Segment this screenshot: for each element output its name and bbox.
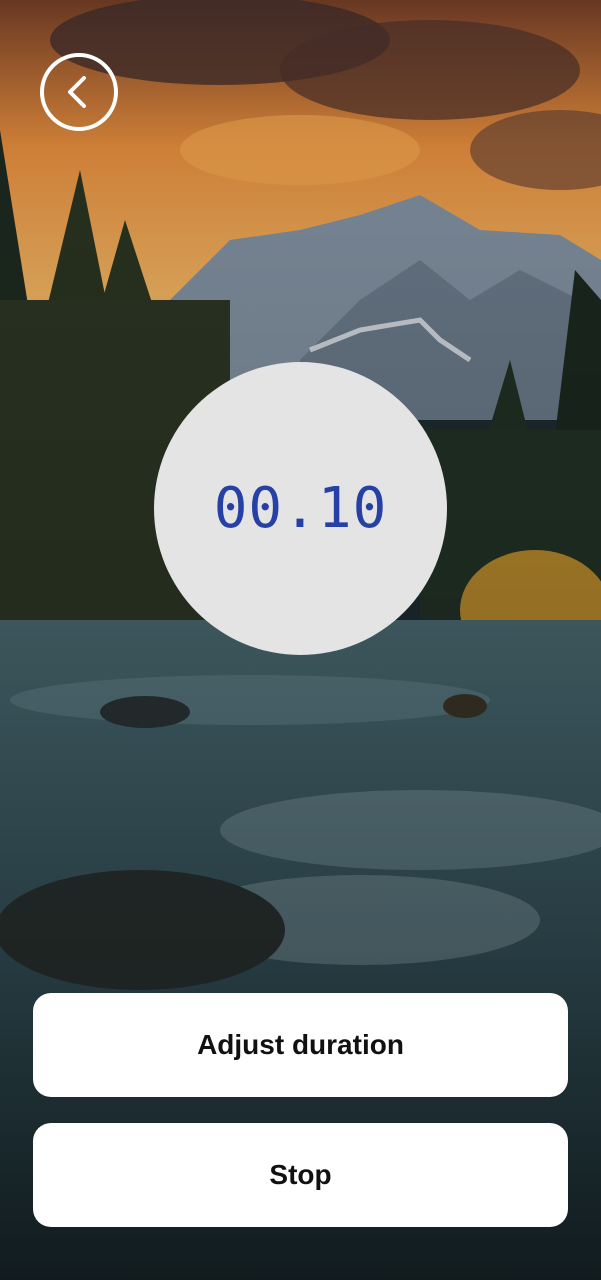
back-button[interactable]: [40, 53, 118, 131]
chevron-left-icon: [59, 72, 99, 112]
stop-label: Stop: [269, 1159, 332, 1190]
timer-value: 00.10: [213, 476, 388, 541]
adjust-duration-label: Adjust duration: [197, 1029, 404, 1060]
stop-button[interactable]: Stop: [33, 1123, 568, 1227]
timer-display: 00.10: [154, 362, 447, 655]
timer-screen: 00.10 Adjust duration Stop: [0, 0, 601, 1280]
adjust-duration-button[interactable]: Adjust duration: [33, 993, 568, 1097]
